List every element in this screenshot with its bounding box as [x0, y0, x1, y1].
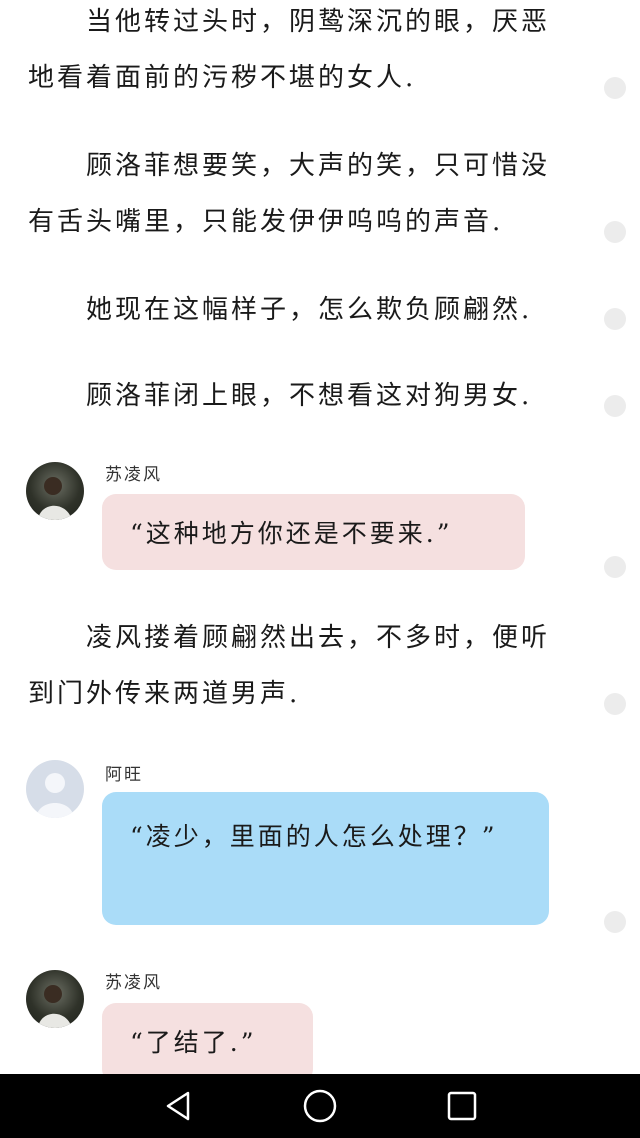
- speaker-name: 阿旺: [105, 765, 143, 785]
- speaker-name: 苏凌风: [105, 973, 162, 993]
- paragraph: 当他转过头时，阴鸷深沉的眼，厌恶地看着面前的污秽不堪的女人.: [28, 7, 551, 93]
- paragraph-marker: [604, 395, 626, 417]
- paragraph: 顾洛菲想要笑，大声的笑，只可惜没有舌头嘴里，只能发伊伊呜呜的声音.: [28, 151, 551, 237]
- back-triangle-icon: [166, 1091, 190, 1121]
- paragraph: 顾洛菲闭上眼，不想看这对狗男女.: [28, 381, 533, 411]
- paragraph-marker: [604, 556, 626, 578]
- reader-content: 当他转过头时，阴鸷深沉的眼，厌恶地看着面前的污秽不堪的女人. 顾洛菲想要笑，大声…: [0, 0, 640, 1074]
- speaker-avatar[interactable]: [26, 760, 84, 818]
- dialogue-bubble: “了结了.”: [102, 1003, 313, 1074]
- dialogue-bubble: “这种地方你还是不要来.”: [102, 494, 525, 570]
- speaker-name: 苏凌风: [105, 465, 162, 485]
- speaker-avatar[interactable]: [26, 970, 84, 1028]
- person-photo-icon: [38, 985, 72, 1028]
- speaker-avatar[interactable]: [26, 462, 84, 520]
- default-user-icon: [36, 773, 74, 818]
- paragraph-marker: [604, 77, 626, 99]
- paragraph-marker: [604, 308, 626, 330]
- recents-button[interactable]: [444, 1088, 480, 1124]
- paragraph: 她现在这幅样子，怎么欺负顾翩然.: [28, 295, 533, 325]
- person-photo-icon: [38, 477, 72, 520]
- paragraph: 凌风搂着顾翩然出去，不多时，便听到门外传来两道男声.: [28, 623, 551, 709]
- paragraph-marker: [604, 693, 626, 715]
- paragraph-marker: [604, 911, 626, 933]
- paragraph-marker: [604, 221, 626, 243]
- dialogue-bubble: “凌少，里面的人怎么处理？”: [102, 792, 549, 925]
- home-circle-icon: [303, 1089, 337, 1123]
- system-navigation-bar: [0, 1074, 640, 1138]
- home-button[interactable]: [302, 1088, 338, 1124]
- back-button[interactable]: [160, 1088, 196, 1124]
- recents-square-icon: [447, 1091, 477, 1121]
